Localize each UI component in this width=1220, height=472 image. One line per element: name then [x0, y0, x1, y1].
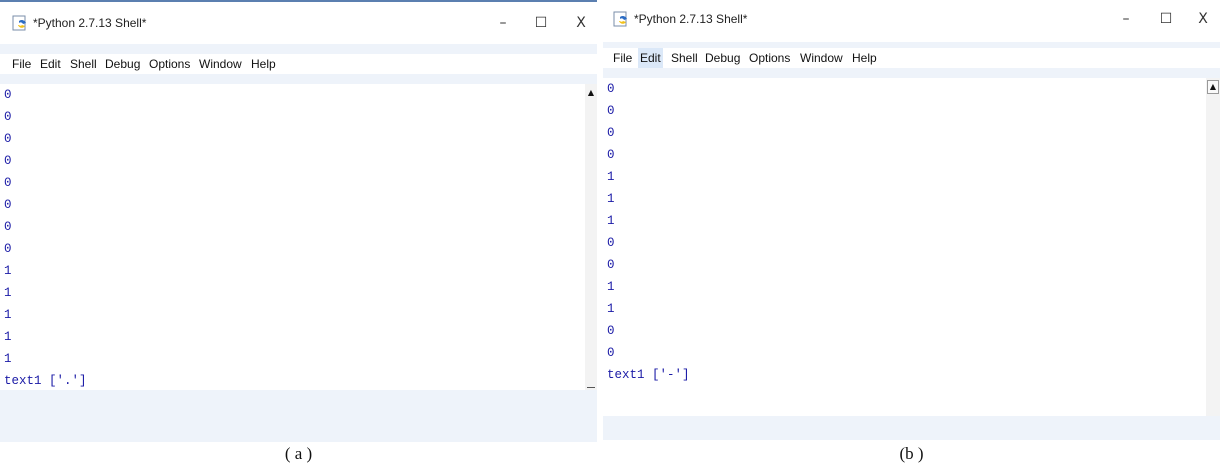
output-line: 0: [4, 220, 12, 234]
python-idle-icon: [613, 11, 627, 27]
close-button[interactable]: X: [570, 12, 592, 34]
output-line: 1: [607, 214, 615, 228]
output-line: 1: [4, 352, 12, 366]
idle-shell-window: *Python 2.7.13 Shell* – ☐ X File Edit Sh…: [0, 0, 597, 442]
output-line: 0: [607, 82, 615, 96]
scroll-up-arrow-icon[interactable]: ▲: [585, 86, 597, 100]
menu-help[interactable]: Help: [249, 54, 278, 74]
output-line: 1: [4, 264, 12, 278]
output-line: 0: [607, 236, 615, 250]
figure-caption: ( a ): [284, 444, 313, 463]
maximize-button[interactable]: ☐: [530, 12, 552, 34]
menu-help[interactable]: Help: [850, 48, 879, 68]
menu-debug[interactable]: Debug: [703, 48, 742, 68]
output-line: 0: [4, 88, 12, 102]
vertical-scrollbar[interactable]: ▲: [585, 84, 597, 390]
output-line: 0: [607, 258, 615, 272]
title-bar: *Python 2.7.13 Shell* – ☐ X: [603, 0, 1220, 42]
close-button[interactable]: X: [1192, 8, 1214, 30]
menu-edit[interactable]: Edit: [638, 48, 663, 68]
title-bar: *Python 2.7.13 Shell* – ☐ X: [0, 2, 597, 44]
output-line: 1: [607, 192, 615, 206]
window-title: *Python 2.7.13 Shell*: [33, 16, 147, 30]
output-line: 0: [4, 242, 12, 256]
menu-file[interactable]: File: [611, 48, 634, 68]
output-line: 0: [4, 132, 12, 146]
output-line: 1: [607, 170, 615, 184]
output-line: 0: [4, 110, 12, 124]
idle-shell-window: *Python 2.7.13 Shell* – ☐ X File Edit Sh…: [603, 0, 1220, 440]
menu-shell[interactable]: Shell: [669, 48, 700, 68]
menu-file[interactable]: File: [10, 54, 33, 74]
output-line: 0: [607, 324, 615, 338]
menu-options[interactable]: Options: [747, 48, 792, 68]
panel-b: *Python 2.7.13 Shell* – ☐ X File Edit Sh…: [603, 0, 1220, 472]
maximize-button[interactable]: ☐: [1155, 8, 1177, 30]
output-line: 0: [4, 198, 12, 212]
output-line: 0: [607, 346, 615, 360]
scroll-up-arrow-icon[interactable]: ▲: [1207, 80, 1219, 94]
menu-debug[interactable]: Debug: [103, 54, 142, 74]
python-idle-icon: [12, 15, 26, 31]
output-line: 0: [4, 154, 12, 168]
menu-edit[interactable]: Edit: [38, 54, 63, 74]
minimize-button[interactable]: –: [492, 12, 514, 34]
output-line: 1: [607, 302, 615, 316]
shell-output[interactable]: 0 0 0 0 1 1 1 0 0 1 1 0 0 text1 ['-']: [603, 78, 1206, 416]
figure-caption: (b ): [899, 444, 924, 463]
menu-window[interactable]: Window: [197, 54, 244, 74]
output-line: 1: [607, 280, 615, 294]
minimize-button[interactable]: –: [1115, 8, 1137, 30]
window-title: *Python 2.7.13 Shell*: [634, 12, 748, 26]
menu-window[interactable]: Window: [798, 48, 845, 68]
menu-options[interactable]: Options: [147, 54, 192, 74]
vertical-scrollbar[interactable]: ▲: [1206, 78, 1220, 416]
output-line: 0: [607, 126, 615, 140]
output-line: 1: [4, 286, 12, 300]
output-line: 1: [4, 308, 12, 322]
scroll-down-marker[interactable]: [587, 387, 595, 388]
menu-shell[interactable]: Shell: [68, 54, 99, 74]
output-line: 1: [4, 330, 12, 344]
shell-output[interactable]: 0 0 0 0 0 0 0 0 1 1 1 1 1 text1 ['.']: [0, 84, 585, 390]
output-line: 0: [607, 148, 615, 162]
output-line: 0: [607, 104, 615, 118]
output-line: text1 ['.']: [4, 374, 87, 388]
panel-a: *Python 2.7.13 Shell* – ☐ X File Edit Sh…: [0, 0, 597, 472]
output-line: 0: [4, 176, 12, 190]
menu-bar: File Edit Shell Debug Options Window Hel…: [603, 48, 1220, 68]
output-line: text1 ['-']: [607, 368, 690, 382]
menu-bar: File Edit Shell Debug Options Window Hel…: [0, 54, 597, 74]
